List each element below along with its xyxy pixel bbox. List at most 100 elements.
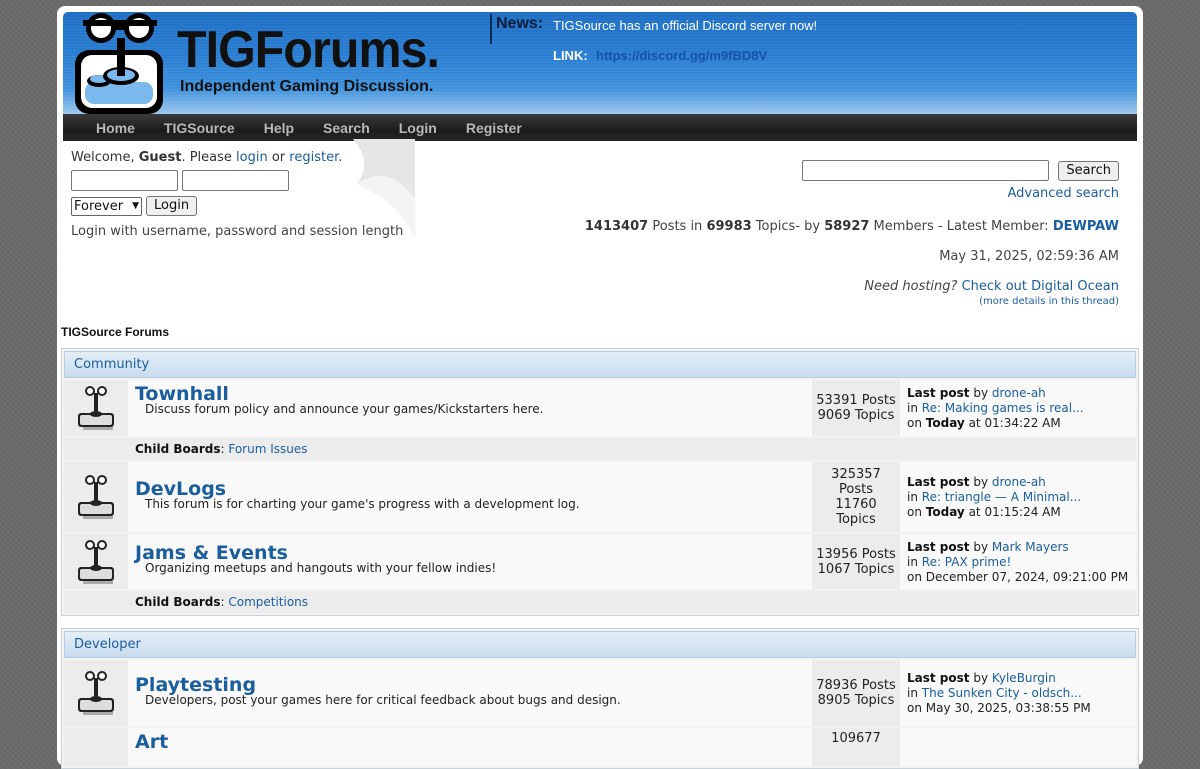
board-info: Art <box>128 728 812 766</box>
on-label: on <box>907 416 926 430</box>
last-post-day: Today <box>925 416 965 430</box>
in-label: in <box>907 686 922 700</box>
nav-home[interactable]: Home <box>96 120 135 136</box>
joystick-board-icon <box>64 462 128 532</box>
nav-search[interactable]: Search <box>323 120 370 136</box>
board-name-art[interactable]: Art <box>135 731 168 753</box>
posts-count: 1413407 <box>584 219 649 234</box>
by-label: by <box>969 386 992 400</box>
topics-count: 69983 <box>706 219 752 234</box>
nav-help[interactable]: Help <box>264 120 294 136</box>
last-post-label: Last post <box>907 475 970 489</box>
board-info: DevLogs This forum is for charting your … <box>128 462 812 532</box>
on-label: on <box>907 505 926 519</box>
last-post-label: Last post <box>907 540 970 554</box>
section-title[interactable]: TIGSource Forums <box>61 325 169 339</box>
username-input[interactable] <box>71 170 178 191</box>
hosting-ad: Need hosting? Check out Digital Ocean <box>864 279 1119 294</box>
more-details-link[interactable]: (more details in this thread) <box>979 296 1119 307</box>
topics-count: 1067 Topics <box>817 561 895 577</box>
last-post-info: Last post by KyleBurgin in The Sunken Ci… <box>900 660 1136 726</box>
session-length-value: Forever <box>74 198 124 214</box>
last-post-info <box>900 728 1136 766</box>
board-description: Organizing meetups and hangouts with you… <box>145 561 497 575</box>
by-label: by <box>969 671 992 685</box>
discord-link[interactable]: https://discord.gg/m9fBD8V <box>596 48 767 63</box>
joystick-board-icon <box>64 380 128 436</box>
search-bar: Search <box>802 160 1119 181</box>
page-curl-decoration <box>353 139 415 239</box>
board-counts: 13956 Posts 1067 Topics <box>812 534 900 589</box>
nav-login[interactable]: Login <box>399 120 437 136</box>
last-post-topic[interactable]: Re: triangle — A Minimal... <box>922 490 1081 504</box>
board-counts: 78936 Posts 8905 Topics <box>812 660 900 726</box>
search-button[interactable]: Search <box>1058 160 1119 181</box>
by-label: by <box>969 540 992 554</box>
category-link[interactable]: Developer <box>74 637 141 652</box>
login-link[interactable]: login <box>236 150 268 165</box>
news-text: TIGSource has an official Discord server… <box>553 18 818 33</box>
digital-ocean-link[interactable]: Check out Digital Ocean <box>962 279 1119 294</box>
joystick-mascot-logo[interactable] <box>69 12 173 114</box>
register-link[interactable]: register <box>289 150 338 165</box>
last-post-topic[interactable]: The Sunken City - oldsch... <box>922 686 1082 700</box>
latest-member-link[interactable]: DEWPAW <box>1053 219 1119 234</box>
login-button[interactable]: Login <box>146 196 198 216</box>
category-link[interactable]: Community <box>74 357 149 372</box>
joystick-board-icon <box>64 728 128 766</box>
site-header: TIGForums. Independent Gaming Discussion… <box>63 12 1137 114</box>
members-count: 58927 <box>824 219 870 234</box>
logo-title[interactable]: TIGForums. <box>177 20 440 80</box>
child-boards: Child Boards: Forum Issues <box>64 436 1136 460</box>
last-post-topic[interactable]: Re: PAX prime! <box>922 555 1012 569</box>
board-counts: 325357 Posts 11760 Topics <box>812 462 900 532</box>
last-post-info: Last post by drone-ah in Re: triangle — … <box>900 462 1136 532</box>
child-boards-label: Child Boards <box>135 442 221 456</box>
news-label: News: <box>496 15 544 32</box>
joystick-board-icon <box>64 660 128 726</box>
child-board-link[interactable]: Forum Issues <box>228 442 307 456</box>
topics-label: Topics <box>836 512 876 527</box>
session-length-select[interactable]: Forever ▼ <box>71 196 142 216</box>
board-row: Playtesting Developers, post your games … <box>64 658 1136 726</box>
in-label: in <box>907 401 922 415</box>
logo-subtitle: Independent Gaming Discussion. <box>180 78 434 95</box>
advanced-search-link[interactable]: Advanced search <box>1007 186 1119 201</box>
board-description: Developers, post your games here for cri… <box>145 693 621 707</box>
chevron-down-icon: ▼ <box>132 201 139 211</box>
board-row: Townhall Discuss forum policy and announ… <box>64 378 1136 436</box>
child-board-link[interactable]: Competitions <box>228 595 308 609</box>
last-post-info: Last post by Mark Mayers in Re: PAX prim… <box>900 534 1136 589</box>
news-link-label: LINK: <box>553 48 588 63</box>
last-post-day: Today <box>925 505 965 519</box>
or-text: or <box>267 150 290 165</box>
child-boards-label: Child Boards <box>135 595 221 609</box>
last-post-time: at 01:34:22 AM <box>964 416 1061 430</box>
posts-count: 53391 Posts <box>816 393 896 408</box>
nav-tigsource[interactable]: TIGSource <box>164 120 235 136</box>
nav-register[interactable]: Register <box>466 120 522 136</box>
topics-label: Topics- by <box>751 219 825 234</box>
last-post-author[interactable]: drone-ah <box>992 386 1046 400</box>
posts-label: Posts in <box>648 219 707 234</box>
board-counts: 109677 <box>812 728 900 766</box>
category-community: Community Townhall Discuss forum policy … <box>61 348 1139 616</box>
board-description: This forum is for charting your game's p… <box>145 497 580 511</box>
category-header: Developer <box>64 631 1136 658</box>
last-post-author[interactable]: Mark Mayers <box>992 540 1069 554</box>
board-info: Townhall Discuss forum policy and announ… <box>128 380 812 436</box>
last-post-label: Last post <box>907 386 970 400</box>
last-post-topic[interactable]: Re: Making games is real... <box>922 401 1084 415</box>
last-post-author[interactable]: KyleBurgin <box>992 671 1056 685</box>
topics-count: 8905 Topics <box>817 693 895 708</box>
board-info: Playtesting Developers, post your games … <box>128 660 812 726</box>
last-post-author[interactable]: drone-ah <box>992 475 1046 489</box>
please-text: . Please <box>181 150 237 165</box>
posts-count: 78936 Posts <box>816 678 896 693</box>
in-label: in <box>907 555 922 569</box>
page-container: TIGForums. Independent Gaming Discussion… <box>57 6 1143 769</box>
password-input[interactable] <box>182 170 289 191</box>
board-row: Art 109677 <box>64 726 1136 766</box>
in-label: in <box>907 490 922 504</box>
search-input[interactable] <box>802 160 1050 181</box>
